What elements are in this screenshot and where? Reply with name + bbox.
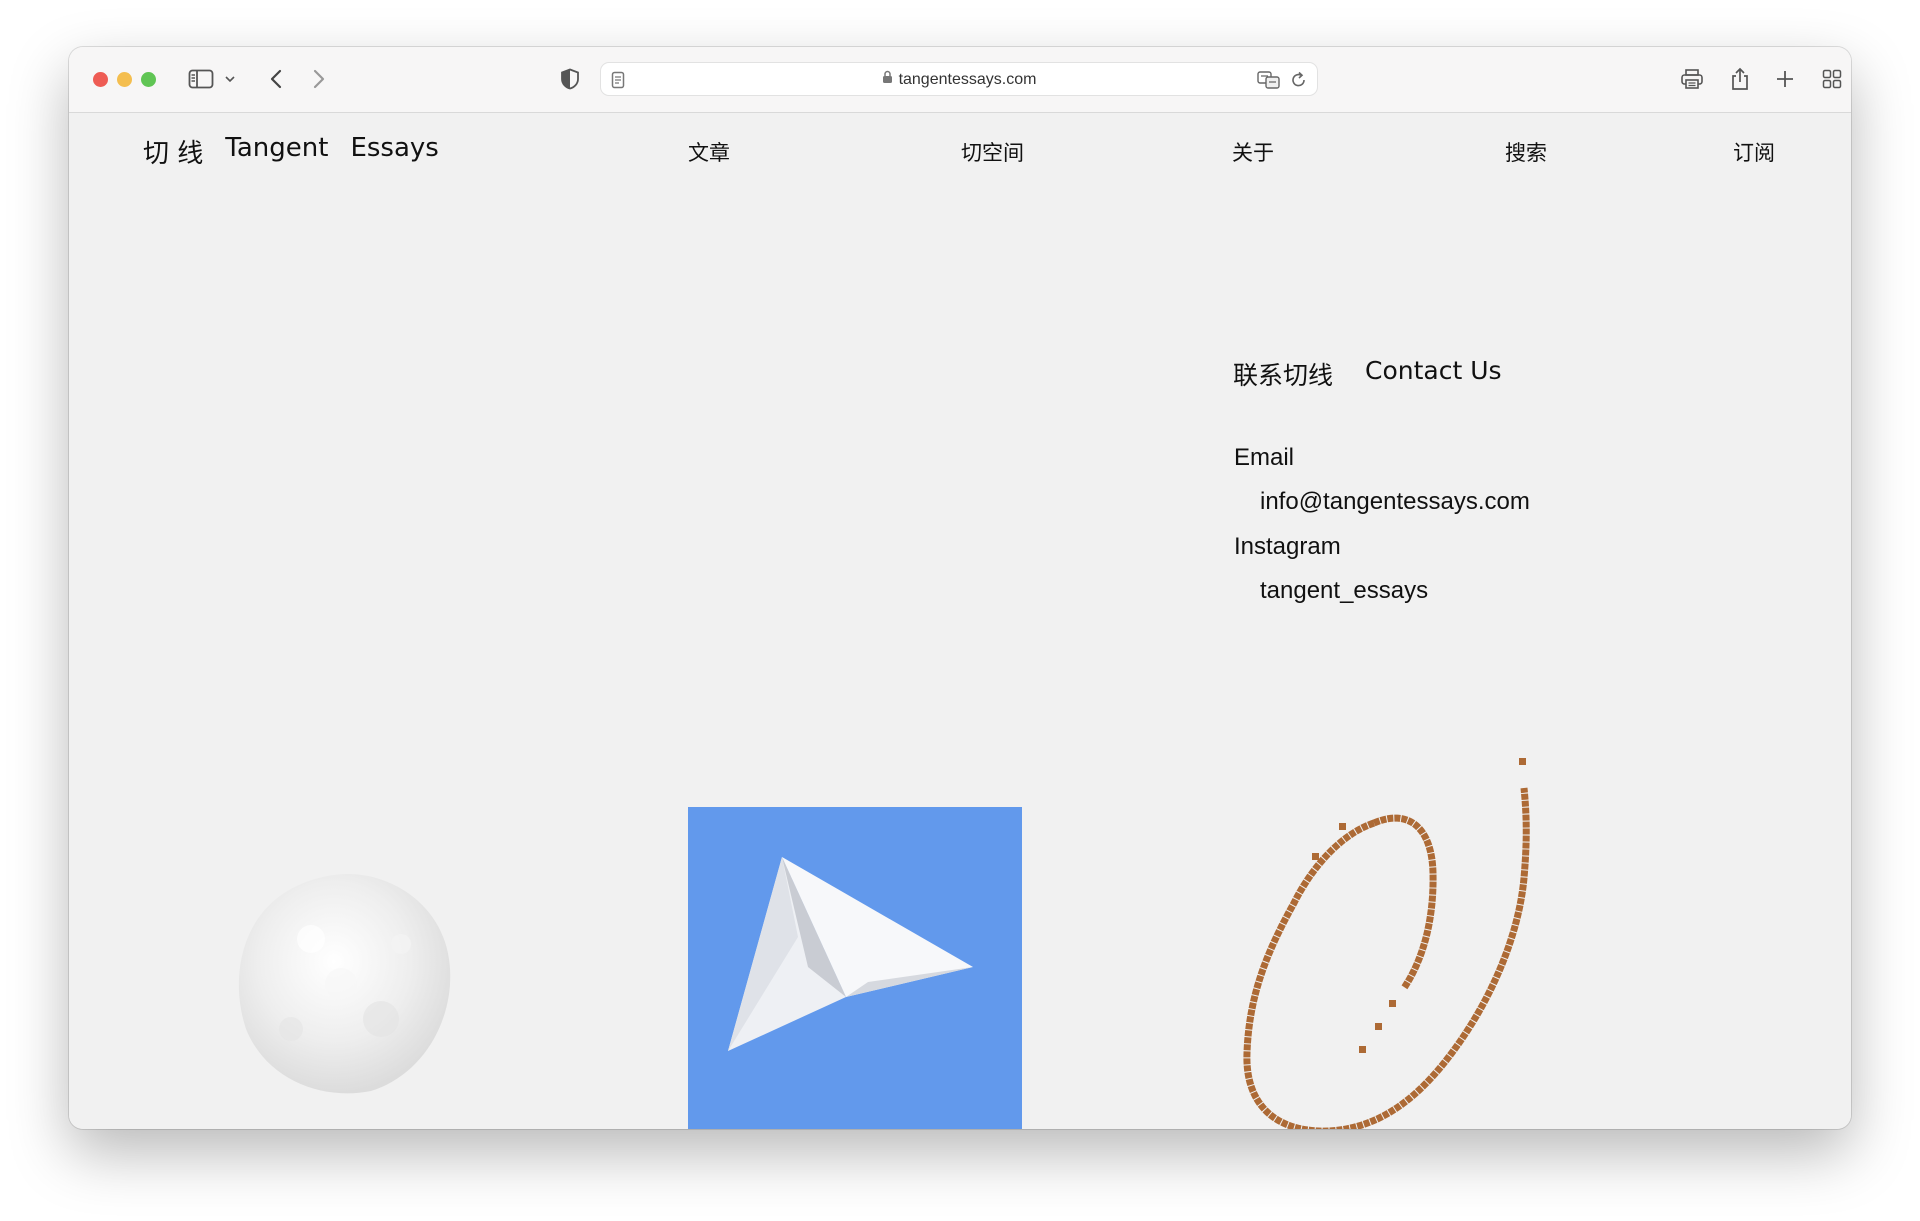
contact-heading: 联系切线 Contact Us [1233, 356, 1502, 392]
tab-overview-icon[interactable] [1817, 64, 1847, 94]
print-icon[interactable] [1677, 64, 1707, 94]
forward-icon[interactable] [304, 64, 334, 94]
web-page: 切 线 Tangent Essays 文章 切空间 关于 搜索 订阅 联系切线 … [69, 113, 1851, 1129]
contact-heading-en: Contact Us [1365, 356, 1502, 385]
sidebar-toggle-icon[interactable] [186, 64, 216, 94]
maximize-window-button[interactable] [141, 72, 156, 87]
url-text: tangentessays.com [898, 71, 1037, 89]
scribble-artwork[interactable] [1219, 733, 1619, 1129]
nav-item-tangent-space[interactable]: 切空间 [961, 137, 1024, 167]
email-link[interactable]: info@tangentessays.com [1260, 488, 1530, 516]
lock-icon [882, 63, 893, 97]
url-display[interactable]: tangentessays.com [601, 63, 1317, 97]
brand-en-essays: Essays [350, 133, 439, 163]
share-icon[interactable] [1725, 64, 1755, 94]
browser-window: tangentessays.com 切 线 Tangent Essays 文章 … [69, 47, 1851, 1129]
nav-item-articles[interactable]: 文章 [688, 137, 730, 167]
address-bar[interactable]: tangentessays.com [600, 62, 1318, 96]
snowball-artwork[interactable] [231, 869, 461, 1103]
site-logo[interactable]: 切 线 Tangent Essays [143, 133, 439, 170]
privacy-shield-icon[interactable] [555, 64, 585, 94]
browser-toolbar: tangentessays.com [69, 47, 1851, 113]
contact-heading-cn: 联系切线 [1233, 361, 1334, 390]
brand-en-tangent: Tangent [225, 133, 329, 163]
chevron-down-icon[interactable] [215, 64, 245, 94]
reload-icon[interactable] [1290, 71, 1307, 93]
minimize-window-button[interactable] [117, 72, 132, 87]
brand-cn: 切 线 [143, 139, 204, 169]
nav-item-about[interactable]: 关于 [1232, 137, 1274, 167]
nav-item-search[interactable]: 搜索 [1505, 137, 1547, 167]
translate-icon[interactable] [1257, 70, 1281, 94]
instagram-link[interactable]: tangent_essays [1260, 577, 1428, 605]
back-icon[interactable] [261, 64, 291, 94]
email-label: Email [1234, 444, 1295, 471]
paper-plane-artwork[interactable] [688, 807, 1022, 1129]
instagram-label: Instagram [1234, 533, 1341, 560]
new-tab-icon[interactable] [1770, 64, 1800, 94]
close-window-button[interactable] [93, 72, 108, 87]
nav-item-subscribe[interactable]: 订阅 [1733, 137, 1775, 167]
